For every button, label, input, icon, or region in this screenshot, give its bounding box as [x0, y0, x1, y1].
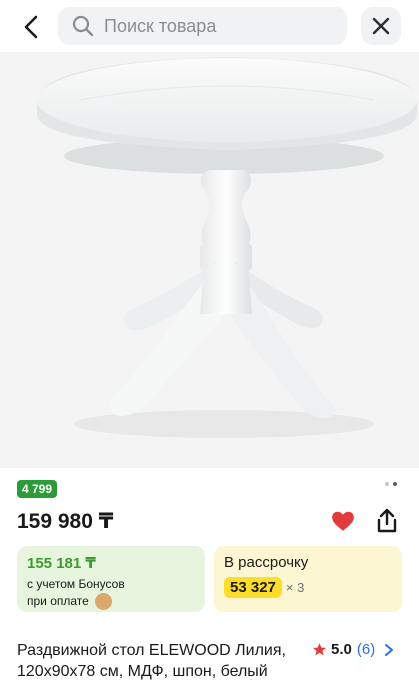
gallery-dot-active [393, 482, 397, 486]
search-bar[interactable] [58, 7, 347, 45]
close-button[interactable] [361, 7, 401, 45]
bonus-coin-icon [95, 593, 113, 611]
product-title: Раздвижной стол ELEWOOD Лилия, 120x90x78… [17, 642, 286, 680]
review-count: (6) [356, 641, 376, 658]
bonus-note-line1: с учетом Бонусов [27, 577, 125, 591]
bonus-note-line2-row: при оплате [27, 593, 195, 611]
bonus-badge: 4 799 [17, 480, 58, 498]
installment-row: 53 327 × 3 [224, 577, 392, 598]
bonus-price: 155 181 ₸ [27, 555, 96, 572]
rating-link[interactable]: 5.0 (6) [312, 641, 395, 658]
top-bar [0, 0, 419, 52]
bonus-price-card[interactable]: 155 181 ₸ с учетом Бонусов при оплате [17, 546, 205, 612]
installment-label: В рассрочку [224, 554, 309, 571]
share-icon [377, 508, 397, 533]
chevron-right-icon [385, 643, 394, 656]
back-button[interactable] [14, 10, 48, 44]
table-illustration [37, 57, 417, 438]
installment-card[interactable]: В рассрочку 53 327 × 3 [214, 546, 402, 612]
search-icon [72, 15, 94, 37]
bonus-note: с учетом Бонусов при оплате [27, 576, 195, 611]
heart-icon [332, 511, 354, 531]
product-price: 159 980 ₸ [17, 510, 114, 533]
gallery-dot [385, 482, 389, 486]
close-icon [372, 17, 390, 35]
star-icon [312, 643, 327, 656]
favorite-button[interactable] [330, 508, 356, 534]
installment-amount: 53 327 [224, 577, 282, 598]
rating-score: 5.0 [331, 641, 352, 658]
bonus-note-line2: при оплате [27, 594, 89, 608]
gallery-dots [385, 482, 397, 486]
search-input[interactable] [104, 15, 324, 37]
installment-multiplier: × 3 [285, 580, 305, 595]
share-button[interactable] [373, 507, 401, 535]
product-image[interactable] [0, 52, 419, 468]
back-arrow-icon [24, 15, 38, 39]
